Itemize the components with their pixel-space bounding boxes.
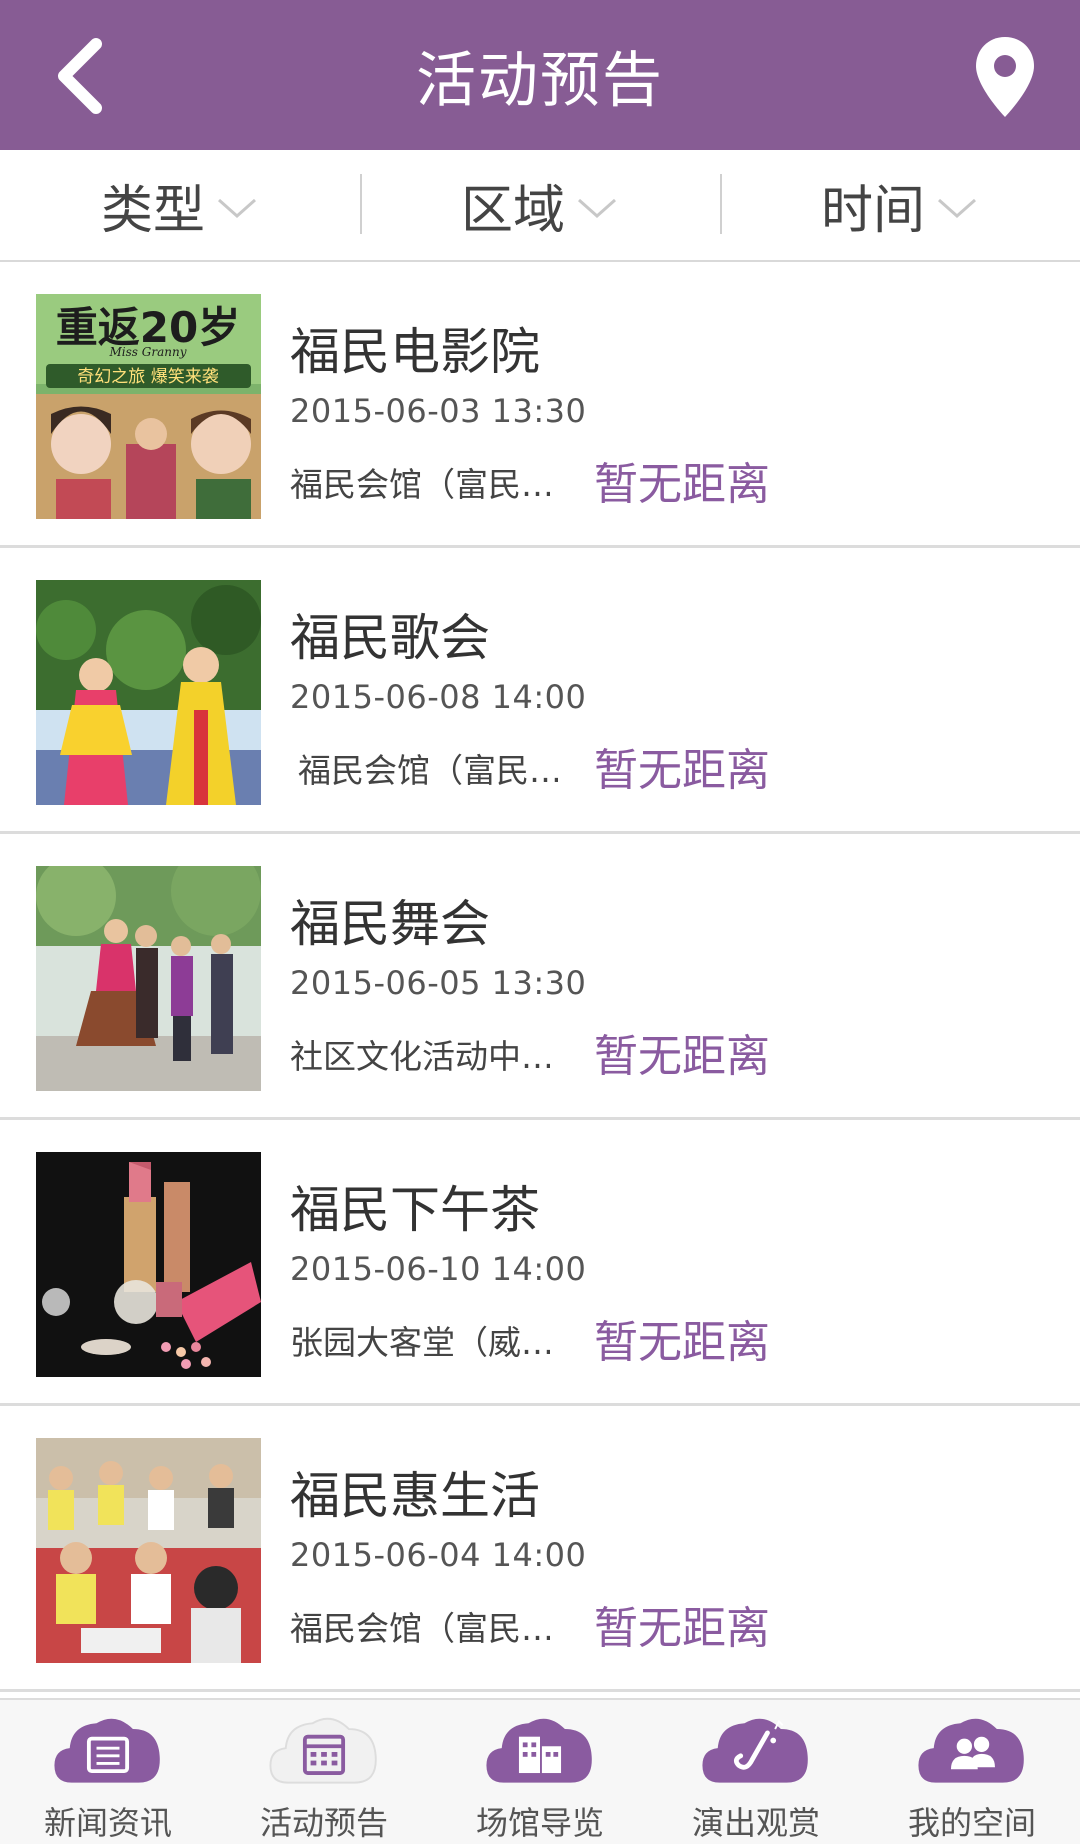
chevron-down-icon [218,198,256,219]
event-name: 福民电影院 [290,323,540,381]
tab-news[interactable]: 新闻资讯 [0,1700,216,1844]
location-button[interactable] [950,22,1060,132]
event-venue: 福民会馆（富民… [290,465,550,504]
poster-tagline: 奇幻之旅 爆笑来袭 [77,367,218,387]
filter-type[interactable]: 类型 [0,150,360,260]
back-button[interactable] [30,26,130,126]
filter-bar: 类型 区域 时间 [0,150,1080,262]
event-name: 福民下午茶 [290,1181,540,1239]
people-icon [918,1718,1024,1783]
tab-venues[interactable]: 场馆导览 [432,1700,648,1844]
event-distance: 暂无距离 [594,1603,770,1654]
filter-area[interactable]: 区域 [360,150,720,260]
location-pin-icon [976,37,1034,117]
chevron-down-icon [938,198,976,219]
tab-events[interactable]: 活动预告 [216,1700,432,1844]
event-datetime: 2015-06-05 13:30 [290,964,587,1002]
event-thumbnail [36,866,261,1091]
filter-label: 类型 [100,180,205,241]
tab-label: 演出观赏 [691,1804,820,1842]
chevron-down-icon [578,198,616,219]
tab-label: 场馆导览 [475,1804,604,1842]
event-distance: 暂无距离 [594,459,770,510]
event-item[interactable]: 福民下午茶 2015-06-10 14:00 张园大客堂（威… 暂无距离 [0,1120,1080,1406]
buildings-icon [486,1718,592,1783]
event-datetime: 2015-06-10 14:00 [290,1250,587,1288]
tab-my-space[interactable]: 我的空间 [864,1700,1080,1844]
poster-script: Miss Granny [109,345,187,359]
event-item[interactable]: 福民歌会 2015-06-08 14:00 福民会馆（富民… 暂无距离 [0,548,1080,834]
event-venue: 福民会馆（富民… [298,751,558,790]
event-datetime: 2015-06-03 13:30 [290,392,587,430]
tab-label: 活动预告 [259,1804,388,1842]
newspaper-icon [54,1718,160,1783]
event-item[interactable]: 福民舞会 2015-06-05 13:30 社区文化活动中… 暂无距离 [0,834,1080,1120]
event-thumbnail [36,1438,261,1663]
page-title: 活动预告 [416,45,664,116]
filter-time[interactable]: 时间 [720,150,1080,260]
saxophone-icon [702,1718,808,1783]
event-distance: 暂无距离 [594,745,770,796]
calendar-icon [269,1717,377,1784]
event-venue: 福民会馆（富民… [290,1609,550,1648]
event-name: 福民舞会 [290,895,490,953]
chevron-left-icon [58,38,102,114]
event-thumbnail [36,1152,261,1377]
event-item[interactable]: 重返20岁 Miss Granny 奇幻之旅 爆笑来袭 福民电影院 2015-0… [0,262,1080,548]
event-name: 福民歌会 [290,609,490,667]
tab-label: 我的空间 [907,1804,1036,1842]
tab-label: 新闻资讯 [43,1804,172,1842]
event-datetime: 2015-06-04 14:00 [290,1536,587,1574]
event-thumbnail: 重返20岁 Miss Granny 奇幻之旅 爆笑来袭 [36,294,261,519]
event-venue: 张园大客堂（威… [290,1323,550,1362]
event-item[interactable]: 福民惠生活 2015-06-04 14:00 福民会馆（富民… 暂无距离 [0,1406,1080,1692]
event-datetime: 2015-06-08 14:00 [290,678,587,716]
bottom-tab-bar: 新闻资讯 活动预告 场馆导览 演出观赏 我的空间 [0,1698,1080,1844]
filter-label: 区域 [460,180,565,241]
event-name: 福民惠生活 [290,1467,540,1525]
app-header: 活动预告 [0,0,1080,150]
event-list: 重返20岁 Miss Granny 奇幻之旅 爆笑来袭 福民电影院 2015-0… [0,262,1080,1692]
event-thumbnail [36,580,261,805]
event-venue: 社区文化活动中… [290,1037,550,1076]
event-distance: 暂无距离 [594,1317,770,1368]
filter-label: 时间 [820,180,925,241]
event-distance: 暂无距离 [594,1031,770,1082]
tab-shows[interactable]: 演出观赏 [648,1700,864,1844]
